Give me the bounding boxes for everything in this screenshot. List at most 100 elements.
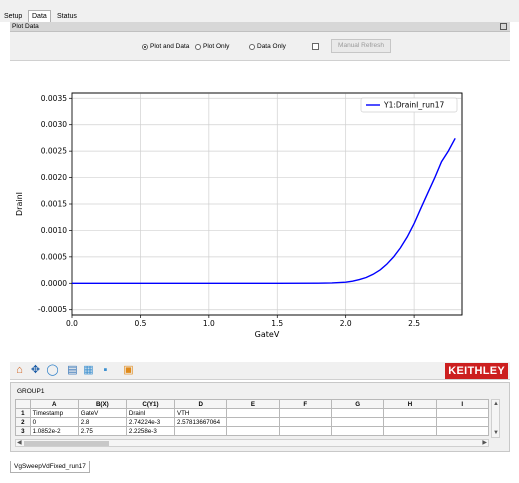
x-tick-label: 2.5 [408,319,420,328]
column-header[interactable]: B(X) [77,399,127,409]
table-cell[interactable] [226,417,280,427]
y-tick-label: 0.0010 [41,226,67,235]
table-cell[interactable]: 1.0852e-2 [29,426,79,436]
column-header[interactable]: D [174,399,228,409]
data-only-radio[interactable]: Data Only [249,43,286,50]
data-only-label: Data Only [257,43,286,50]
home-icon[interactable]: ⌂ [13,364,26,377]
table-cell[interactable]: 2.8 [77,417,127,427]
plot-area: 0.0 0.5 1.0 1.5 2.0 2.5 -0.0005 0.0000 0.0005 0.0… [10,60,510,362]
y-tick-label: -0.0005 [38,305,67,314]
table-cell[interactable] [226,426,280,436]
vertical-scrollbar[interactable]: ▲ ▼ [491,399,500,438]
scroll-thumb[interactable] [24,441,109,446]
table-cell[interactable]: 2.57813667064 [174,417,228,427]
pan-icon[interactable]: ✥ [29,364,42,377]
table-cell[interactable]: 2.74224e-3 [125,417,176,427]
table-row: 3 1.0852e-2 2.75 2.2258e-3 [15,426,490,436]
column-header[interactable]: A [29,399,79,409]
x-tick-label: 1.5 [271,319,283,328]
save-icon[interactable]: ▤ [66,364,79,377]
table-cell[interactable] [278,408,332,418]
table-cell[interactable]: 0 [29,417,79,427]
tab-status[interactable]: Status [54,11,80,22]
x-tick-label: 2.0 [340,319,352,328]
column-header[interactable] [15,399,31,409]
column-header[interactable]: G [330,399,385,409]
table-row: 1 Timestamp GateV DrainI VTH [15,408,490,418]
keithley-logo: KEITHLEY [445,363,508,379]
tab-data[interactable]: Data [28,10,51,22]
table-cell[interactable] [435,417,490,427]
axis-icon[interactable]: ▪ [99,364,112,377]
group-label: GROUP1 [17,388,45,395]
tab-setup[interactable]: Setup [1,11,25,22]
column-header[interactable]: C(Y1) [125,399,176,409]
plot-only-label: Plot Only [203,43,230,50]
data-panel: GROUP1 A B(X) C(Y1) D E F G H I 1 Timestamp GateV D… [10,382,510,452]
table-cell[interactable] [330,426,385,436]
view-options-bar: Plot and Data Plot Only Data Only Manual… [10,32,510,60]
table-cell[interactable] [278,426,332,436]
table-cell[interactable] [383,417,437,427]
table-cell[interactable] [383,408,437,418]
row-header[interactable]: 1 [15,408,31,418]
table-cell[interactable] [330,417,385,427]
plot-toolbar: ⌂ ✥ ◯ ▤ ▦ ▪ ▣ KEITHLEY [10,362,510,380]
maximize-icon[interactable] [500,23,507,30]
manual-refresh-checkbox[interactable] [312,43,319,50]
plot-data-titlebar: Plot Data [10,22,510,32]
table-cell[interactable]: VTH [174,408,228,418]
radio-unselected-icon [195,43,201,50]
column-header[interactable]: H [383,399,437,409]
table-cell[interactable]: GateV [77,408,127,418]
y-tick-label: 0.0000 [41,279,67,288]
zoom-icon[interactable]: ◯ [46,364,59,377]
table-cell[interactable] [278,417,332,427]
grid-header-row: A B(X) C(Y1) D E F G H I [15,399,490,409]
tab-bar: Setup Data Status [0,0,519,22]
y-tick-label: 0.0025 [41,147,67,156]
table-cell[interactable] [174,426,228,436]
panel-title: Plot Data [12,23,39,30]
row-header[interactable]: 3 [15,426,31,436]
y-axis-label: DrainI [15,192,24,216]
y-tick-label: 0.0035 [41,94,67,103]
column-header[interactable]: E [226,399,280,409]
plot-and-data-label: Plot and Data [150,43,190,50]
sheet-tab[interactable]: VgSweepVdFixed_run17 [10,461,90,473]
table-cell[interactable] [435,426,490,436]
table-row: 2 0 2.8 2.74224e-3 2.57813667064 [15,417,490,427]
column-header[interactable]: I [435,399,490,409]
table-cell[interactable]: 2.2258e-3 [125,426,176,436]
table-cell[interactable] [383,426,437,436]
horizontal-scrollbar[interactable]: ◀ ▶ [15,439,489,447]
radio-selected-icon [142,43,148,50]
subplot-icon[interactable]: ▦ [82,364,95,377]
data-grid[interactable]: A B(X) C(Y1) D E F G H I 1 Timestamp GateV DrainI VT… [15,399,490,436]
table-cell[interactable]: 2.75 [77,426,127,436]
y-tick-label: 0.0030 [41,120,67,129]
table-cell[interactable] [226,408,280,418]
scroll-left-icon[interactable]: ◀ [17,440,22,446]
column-header[interactable]: F [278,399,332,409]
scroll-down-icon[interactable]: ▼ [493,430,499,436]
y-tick-label: 0.0005 [41,252,67,261]
x-tick-label: 0.0 [66,319,78,328]
color-icon[interactable]: ▣ [122,364,135,377]
plot-only-radio[interactable]: Plot Only [195,43,229,50]
x-axis-label: GateV [255,330,280,339]
table-cell[interactable]: Timestamp [29,408,79,418]
table-cell[interactable]: DrainI [125,408,176,418]
radio-unselected-icon [249,43,255,50]
scroll-up-icon[interactable]: ▲ [493,401,499,407]
scroll-right-icon[interactable]: ▶ [482,440,487,446]
table-cell[interactable] [435,408,490,418]
legend-label: Y1:DrainI_run17 [383,101,444,110]
plot-and-data-radio[interactable]: Plot and Data [142,43,189,50]
y-tick-label: 0.0020 [41,173,67,182]
manual-refresh-button[interactable]: Manual Refresh [331,39,391,53]
row-header[interactable]: 2 [15,417,31,427]
table-cell[interactable] [330,408,385,418]
x-tick-label: 0.5 [134,319,146,328]
